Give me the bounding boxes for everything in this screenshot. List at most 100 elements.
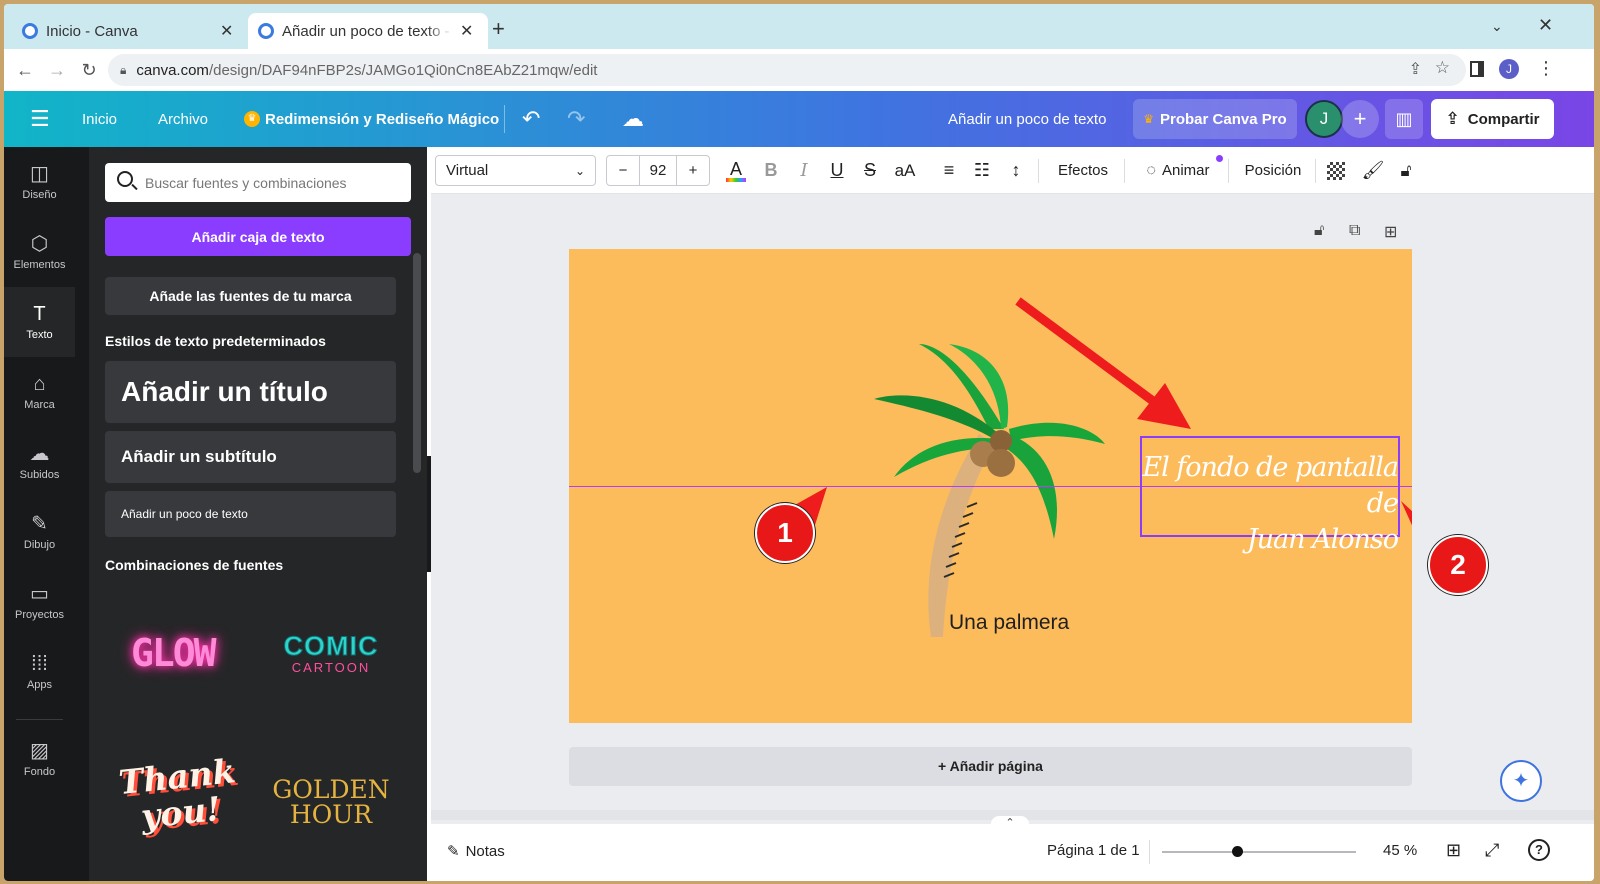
divider <box>1315 159 1316 183</box>
rail-item-marca[interactable]: ⌂ Marca <box>4 357 75 427</box>
rail-item-diseno[interactable]: ◫ Diseño <box>4 147 75 217</box>
cloud-saved-icon[interactable]: ☁ <box>622 91 644 147</box>
increase-size-button[interactable]: + <box>677 162 709 179</box>
animate-label: Animar <box>1162 162 1210 179</box>
magic-assistant-icon[interactable]: ✦ <box>1500 760 1542 802</box>
add-title-button[interactable]: Añadir un título <box>105 361 396 423</box>
strikethrough-button[interactable]: S <box>857 155 883 186</box>
panel-scrollbar[interactable] <box>413 253 421 473</box>
combo-comic[interactable]: COMIC CARTOON <box>271 631 391 676</box>
text-color-button[interactable]: A <box>723 155 749 186</box>
rail-item-elementos[interactable]: ⬡ Elementos <box>4 217 75 287</box>
script-text[interactable]: El fondo de pantalla de Juan Alonso <box>1128 450 1399 558</box>
transparency-icon[interactable] <box>1327 162 1345 180</box>
grid-view-icon[interactable]: ⊞ <box>1446 840 1461 861</box>
window-close-icon[interactable]: ✕ <box>1538 15 1553 36</box>
format-painter-icon[interactable]: 🖌︎ <box>1360 155 1386 186</box>
spacing-icon[interactable]: ↕ <box>1003 155 1029 186</box>
user-avatar[interactable]: J <box>1305 100 1343 138</box>
undo-icon[interactable]: ↶ <box>522 91 540 147</box>
tab-design[interactable]: Añadir un poco de texto - ✕ <box>248 13 488 49</box>
lock-icon[interactable]: 🔓︎ <box>1393 155 1419 186</box>
apps-icon: ⁞⁞⁞ <box>31 652 48 675</box>
new-tab-button[interactable]: + <box>492 16 505 42</box>
rail-item-fondo[interactable]: ▨ Fondo <box>4 724 75 794</box>
align-right-icon[interactable]: ≡ <box>936 155 962 186</box>
back-icon[interactable]: ← <box>10 60 40 81</box>
underline-button[interactable]: U <box>824 155 850 186</box>
text-icon: T <box>33 302 46 325</box>
canva-favicon-icon <box>258 23 274 39</box>
close-icon[interactable]: ✕ <box>220 21 233 41</box>
rail-label: Subidos <box>19 468 60 481</box>
effects-button[interactable]: Efectos <box>1049 155 1117 186</box>
text-selection-box[interactable]: El fondo de pantalla de Juan Alonso <box>1140 436 1400 555</box>
side-panel-icon[interactable] <box>1470 61 1484 77</box>
document-title[interactable]: Añadir un poco de texto <box>948 91 1106 147</box>
rail-item-subidos[interactable]: ☁ Subidos <box>4 427 75 497</box>
zoom-level[interactable]: 45 % <box>1383 842 1417 859</box>
combo-glow[interactable]: GLOW <box>131 631 217 675</box>
page-indicator[interactable]: Página 1 de 1 <box>1047 842 1140 859</box>
bottom-bar: ✎ Notas ⌃ Página 1 de 1 45 % ⊞ ⤢ ? <box>431 816 1594 881</box>
folder-icon: ▭ <box>30 582 49 605</box>
fullscreen-icon[interactable]: ⤢ <box>1485 840 1499 861</box>
rail-item-proyectos[interactable]: ▭ Proyectos <box>4 567 75 637</box>
profile-avatar[interactable]: J <box>1499 59 1519 79</box>
list-icon[interactable]: ☷ <box>969 155 995 186</box>
combo-thank-you[interactable]: Thank you! <box>116 751 243 837</box>
add-body-button[interactable]: Añadir un poco de texto <box>105 491 396 537</box>
hamburger-menu-icon[interactable]: ☰ <box>30 91 50 147</box>
rail-item-apps[interactable]: ⁞⁞⁞ Apps <box>4 637 75 707</box>
close-icon[interactable]: ✕ <box>460 21 473 41</box>
redo-icon[interactable]: ↷ <box>567 91 585 147</box>
page-lock-icon[interactable]: 🔓︎ <box>1314 222 1324 240</box>
font-size-input[interactable]: 92 <box>639 156 677 185</box>
add-textbox-button[interactable]: Añadir caja de texto <box>105 217 411 256</box>
help-icon[interactable]: ? <box>1528 839 1550 861</box>
marker-1: 1 <box>755 503 815 563</box>
add-page-button[interactable]: + Añadir página <box>569 747 1412 786</box>
bookmark-star-icon[interactable]: ☆ <box>1435 58 1450 78</box>
zoom-slider-thumb[interactable] <box>1231 846 1243 857</box>
notes-button[interactable]: ✎ Notas <box>447 842 505 860</box>
background-icon: ▨ <box>30 739 49 762</box>
tab-search-chevron-icon[interactable]: ⌄ <box>1491 18 1503 35</box>
default-styles-heading: Estilos de texto predeterminados <box>105 333 326 349</box>
divider <box>1038 159 1039 183</box>
brand-fonts-button[interactable]: Añade las fuentes de tu marca <box>105 277 396 315</box>
combo-golden-hour[interactable]: GOLDEN HOUR <box>271 777 391 827</box>
position-button[interactable]: Posición <box>1237 155 1309 186</box>
rail-item-texto[interactable]: T Texto <box>4 287 75 357</box>
letter-case-button[interactable]: aA <box>890 155 920 186</box>
palm-caption[interactable]: Una palmera <box>949 611 1069 635</box>
reload-icon[interactable]: ↻ <box>74 60 104 81</box>
zoom-slider[interactable] <box>1162 846 1356 857</box>
share-button[interactable]: ⇪ Compartir <box>1431 99 1554 139</box>
decrease-size-button[interactable]: − <box>607 162 639 179</box>
font-search-input[interactable]: Buscar fuentes y combinaciones <box>105 163 411 202</box>
analytics-icon[interactable]: ▥ <box>1385 99 1423 139</box>
share-page-icon[interactable]: ⇪ <box>1409 59 1422 79</box>
bold-button[interactable]: B <box>758 155 784 186</box>
tab-inicio[interactable]: Inicio - Canva ✕ <box>12 13 244 49</box>
duplicate-page-icon[interactable]: ⧉ <box>1349 222 1360 240</box>
add-page-icon[interactable]: ⊞ <box>1384 222 1397 242</box>
url-field[interactable]: 🔒︎ canva.com/design/DAF94nFBP2s/JAMGo1Qi… <box>108 54 1466 86</box>
rail-item-dibujo[interactable]: ✎ Dibujo <box>4 497 75 567</box>
font-combos-heading: Combinaciones de fuentes <box>105 557 284 573</box>
add-collaborator-icon[interactable]: + <box>1341 100 1379 138</box>
italic-button[interactable]: I <box>791 155 817 186</box>
design-page[interactable]: Una palmera El fondo de pantalla de Juan… <box>569 249 1412 723</box>
animate-button[interactable]: ◌ Animar <box>1135 155 1223 186</box>
browser-menu-icon[interactable]: ⋮ <box>1537 58 1555 79</box>
magic-resize-button[interactable]: ♛ Redimensión y Rediseño Mágico <box>244 91 499 147</box>
notes-icon: ✎ <box>447 843 460 860</box>
try-pro-button[interactable]: ♛ Probar Canva Pro <box>1133 99 1297 139</box>
file-menu[interactable]: Archivo <box>158 91 208 147</box>
home-link[interactable]: Inicio <box>82 91 117 147</box>
font-family-select[interactable]: Virtual ⌄ <box>435 155 596 186</box>
chevron-up-icon[interactable]: ⌃ <box>991 816 1029 830</box>
add-subtitle-button[interactable]: Añadir un subtítulo <box>105 431 396 483</box>
forward-icon[interactable]: → <box>42 60 72 81</box>
